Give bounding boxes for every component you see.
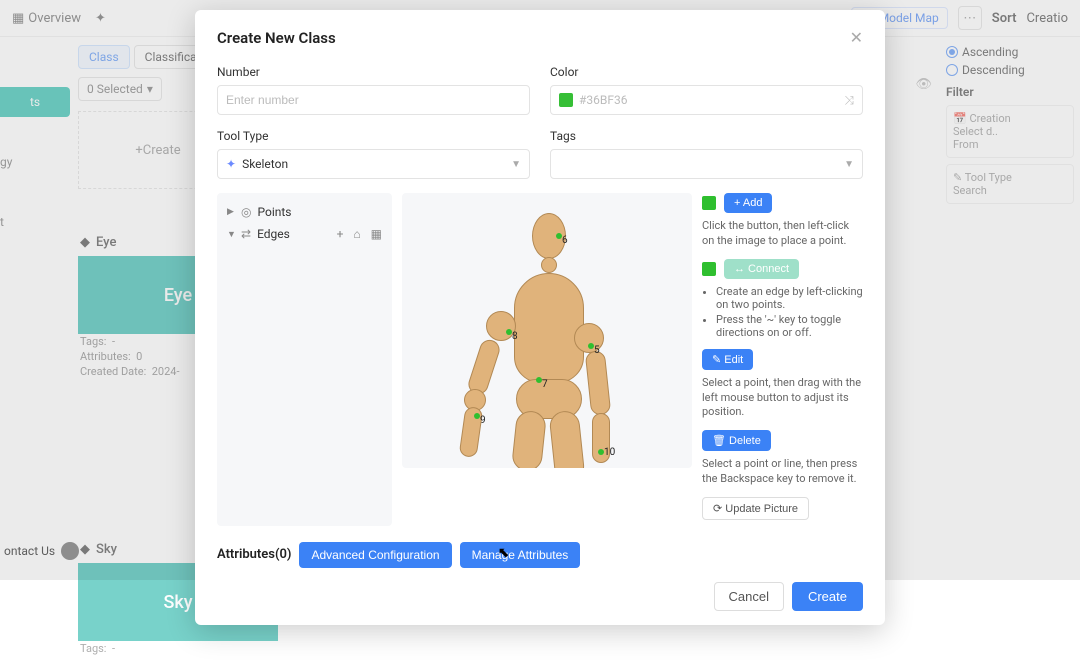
connect-swatch — [702, 262, 716, 276]
attributes-label: Attributes(0) — [217, 547, 291, 562]
skeleton-icon: ✦ — [226, 157, 236, 171]
grid-icon[interactable]: ▦ — [371, 227, 382, 241]
add-swatch — [702, 196, 716, 210]
tree-points[interactable]: ▶ ◎ Points — [225, 201, 384, 223]
advanced-config-button[interactable]: Advanced Configuration — [299, 542, 451, 568]
point-6: 6 — [562, 235, 568, 246]
add-button[interactable]: + Add — [724, 193, 772, 213]
point-5: 5 — [594, 345, 600, 356]
edges-icon: ⇄ — [241, 227, 251, 241]
color-label: Color — [550, 65, 863, 79]
delete-button[interactable]: 🗑 Delete — [702, 430, 771, 451]
edit-button[interactable]: ✎ Edit — [702, 349, 753, 370]
points-icon: ◎ — [241, 205, 251, 219]
manage-attributes-button[interactable]: Manage Attributes⬉ — [460, 542, 581, 568]
modal-overlay: Create New Class ✕ Number Color #36BF36 … — [0, 0, 1080, 580]
color-input[interactable]: #36BF36 ⤨ — [550, 85, 863, 115]
add-edge-icon[interactable]: + — [337, 227, 344, 241]
chevron-down-icon: ▼ — [844, 159, 854, 170]
chevron-down-icon: ▼ — [511, 159, 521, 170]
point-10: 10 — [604, 447, 615, 458]
point-8: 8 — [512, 331, 518, 342]
connect-help-1: Create an edge by left-clicking on two p… — [716, 285, 863, 311]
connect-button[interactable]: ↔ Connect — [724, 259, 799, 279]
caret-right-icon: ▶ — [227, 207, 235, 217]
edit-help-text: Select a point, then drag with the left … — [702, 376, 863, 421]
number-label: Number — [217, 65, 530, 79]
add-help-text: Click the button, then left-click on the… — [702, 219, 863, 249]
cursor-icon: ⬉ — [498, 544, 510, 561]
update-picture-button[interactable]: ⟳ Update Picture — [702, 497, 809, 520]
skeleton-canvas[interactable]: 6 5 8 7 9 10 — [402, 193, 692, 468]
folder-icon[interactable]: ⌂ — [353, 227, 360, 241]
modal-title: Create New Class — [217, 29, 336, 47]
tags-label: Tags — [550, 129, 863, 143]
close-icon[interactable]: ✕ — [850, 28, 863, 47]
tooltype-label: Tool Type — [217, 129, 530, 143]
color-swatch — [559, 93, 573, 107]
cancel-button[interactable]: Cancel — [714, 582, 784, 611]
point-7: 7 — [542, 379, 548, 390]
caret-down-icon: ▼ — [227, 229, 235, 240]
tree-panel: ▶ ◎ Points ▼ ⇄ Edges + ⌂ ▦ — [217, 193, 392, 526]
tags-select[interactable]: ▼ — [550, 149, 863, 179]
number-input[interactable] — [217, 85, 530, 115]
shuffle-icon[interactable]: ⤨ — [844, 93, 854, 108]
delete-help-text: Select a point or line, then press the B… — [702, 457, 863, 487]
tree-edges[interactable]: ▼ ⇄ Edges + ⌂ ▦ — [225, 223, 384, 245]
tooltype-select[interactable]: ✦Skeleton ▼ — [217, 149, 530, 179]
create-class-modal: Create New Class ✕ Number Color #36BF36 … — [195, 10, 885, 625]
point-9: 9 — [480, 415, 486, 426]
create-button[interactable]: Create — [792, 582, 863, 611]
connect-help-2: Press the '~' key to toggle directions o… — [716, 313, 863, 339]
help-panel: + Add Click the button, then left-click … — [702, 193, 863, 526]
